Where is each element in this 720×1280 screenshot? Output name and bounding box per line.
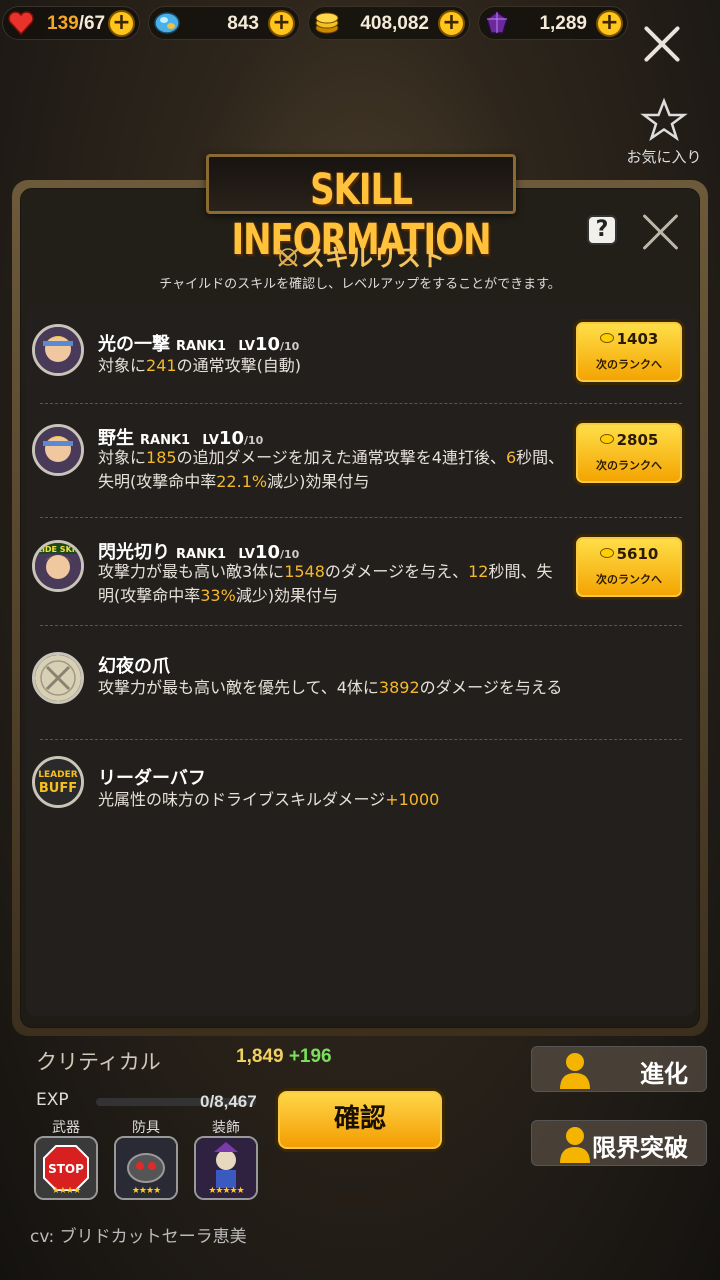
skill-description: 光属性の味方のドライブスキルダメージ+1000 — [98, 790, 440, 809]
accessory-label: 装飾 — [212, 1120, 240, 1136]
limit-break-button[interactable]: 限界突破 — [531, 1120, 707, 1166]
resource-bar: 139/67 + 843 + 408,082 + 1,289 + — [0, 0, 640, 46]
voice-actor-credit: cv: ブリドカットセーラ恵美 — [30, 1227, 247, 1247]
leader-buff-icon: LEADER BUFF — [32, 756, 84, 808]
rank-up-cost: 1403 — [616, 330, 659, 348]
stamina-current: 139 — [47, 13, 79, 34]
skill-list-subtitle: チャイルドのスキルを確認し、レベルアップをすることができます。 — [159, 277, 561, 292]
skill-list: 光の一撃 RANK1 LV10/10 対象に241の通常攻撃(自動) 1403 次… — [26, 304, 696, 1016]
critical-label: クリティカル — [36, 1050, 161, 1074]
skill-row: 光の一撃 RANK1 LV10/10 対象に241の通常攻撃(自動) 1403 次… — [26, 304, 696, 404]
rank-up-button[interactable]: 1403 次のランクへ — [573, 319, 685, 385]
skill-list-title: スキルリスト — [0, 238, 720, 273]
modal-title-banner: SKILL INFORMATION — [206, 154, 516, 265]
skill-description: 対象に241の通常攻撃(自動) — [98, 356, 302, 375]
stamina-max: /67 — [78, 13, 106, 34]
limit-break-label: 限界突破 — [592, 1134, 688, 1162]
crossed-swords-icon — [277, 248, 299, 267]
skill-row: 幻夜の爪 攻撃力が最も高い敵を優先して、4体に3892のダメージを与える — [26, 626, 696, 740]
accessory-slot[interactable]: ★★★★★ — [194, 1136, 258, 1200]
skill-description: 攻撃力が最も高い敵3体に1548のダメージを与え、12秒間、失明(攻撃命中率33… — [98, 562, 553, 605]
skill-portrait-icon — [32, 424, 84, 476]
gem-value: 1,289 — [539, 13, 587, 34]
crystal-icon — [154, 12, 180, 34]
rank-up-cost: 5610 — [616, 545, 659, 563]
rarity-stars: ★★★★ — [131, 1186, 161, 1196]
slide-skill-badge: SLIDE SKILL — [35, 545, 81, 554]
leader-badge-bottom: BUFF — [39, 781, 77, 796]
rarity-stars: ★★★★★ — [208, 1186, 244, 1196]
purple-gem-icon — [486, 11, 508, 34]
skill-portrait-icon — [32, 324, 84, 376]
rank-up-cost: 2805 — [616, 431, 659, 449]
gold-coin-icon — [599, 333, 614, 343]
add-crystal-button[interactable]: + — [268, 10, 295, 37]
rarity-stars: ★★★★ — [51, 1186, 81, 1196]
star-outline-icon — [640, 97, 688, 142]
rank-up-label: 次のランクへ — [596, 358, 662, 371]
gold-coin-icon — [599, 548, 614, 558]
rank-up-label: 次のランクへ — [596, 573, 662, 586]
person-icon — [560, 1053, 590, 1089]
armor-slot[interactable]: ★★★★ — [114, 1136, 178, 1200]
gold-value: 408,082 — [360, 13, 429, 34]
confirm-button[interactable]: 確認 — [275, 1088, 445, 1152]
skill-row: SLIDE SKILL 閃光切りRANK1 LV10/10 攻撃力が最も高い敵3… — [26, 518, 696, 626]
crossed-blades-icon — [32, 652, 84, 704]
close-screen-button[interactable] — [640, 22, 684, 66]
critical-value: 1,849 +196 — [236, 1046, 332, 1067]
rank-up-button[interactable]: 2805 次のランクへ — [573, 420, 685, 486]
favorite-button[interactable]: お気に入り — [618, 97, 710, 167]
rank-up-button[interactable]: 5610 次のランクへ — [573, 534, 685, 600]
person-plus-icon — [560, 1127, 590, 1163]
weapon-slot[interactable]: STOP ★★★★ — [34, 1136, 98, 1200]
favorite-label: お気に入り — [626, 148, 702, 166]
skill-description: 対象に185の追加ダメージを加えた通常攻撃を4連打後、6秒間、失明(攻撃命中率2… — [98, 448, 565, 491]
gold-coin-icon — [599, 434, 614, 444]
armor-label: 防具 — [132, 1120, 160, 1136]
exp-label: EXP — [36, 1090, 69, 1110]
gem-counter: 1,289 + — [478, 6, 628, 40]
skill-description: 攻撃力が最も高い敵を優先して、4体に3892のダメージを与える — [98, 678, 563, 697]
add-gem-button[interactable]: + — [596, 10, 623, 37]
weapon-label: 武器 — [52, 1120, 80, 1136]
leader-badge-top: LEADER — [38, 770, 77, 780]
crystal-value: 843 — [227, 13, 259, 34]
add-stamina-button[interactable]: + — [108, 10, 135, 37]
evolve-label: 進化 — [640, 1060, 688, 1088]
skill-row: 野生 RANK1 LV10/10 対象に185の追加ダメージを加えた通常攻撃を4連… — [26, 404, 696, 518]
stop-sign-text: STOP — [48, 1162, 84, 1176]
skill-portrait-icon: SLIDE SKILL — [32, 540, 84, 592]
crystal-counter: 843 + — [148, 6, 300, 40]
gold-coin-icon — [315, 12, 339, 34]
stamina-counter: 139/67 + — [2, 6, 140, 40]
heart-icon — [8, 11, 34, 36]
skill-name: 光の一撃 RANK1 LV10/10 — [98, 334, 300, 355]
rank-up-label: 次のランクへ — [596, 459, 662, 472]
skill-name: リーダーバフ — [98, 768, 206, 789]
skill-name: 幻夜の爪 — [98, 656, 170, 677]
evolve-button[interactable]: 進化 — [531, 1046, 707, 1092]
exp-value: 0/8,467 — [200, 1092, 257, 1111]
add-gold-button[interactable]: + — [438, 10, 465, 37]
skill-row: LEADER BUFF リーダーバフ 光属性の味方のドライブスキルダメージ+10… — [26, 740, 696, 840]
gold-counter: 408,082 + — [308, 6, 470, 40]
